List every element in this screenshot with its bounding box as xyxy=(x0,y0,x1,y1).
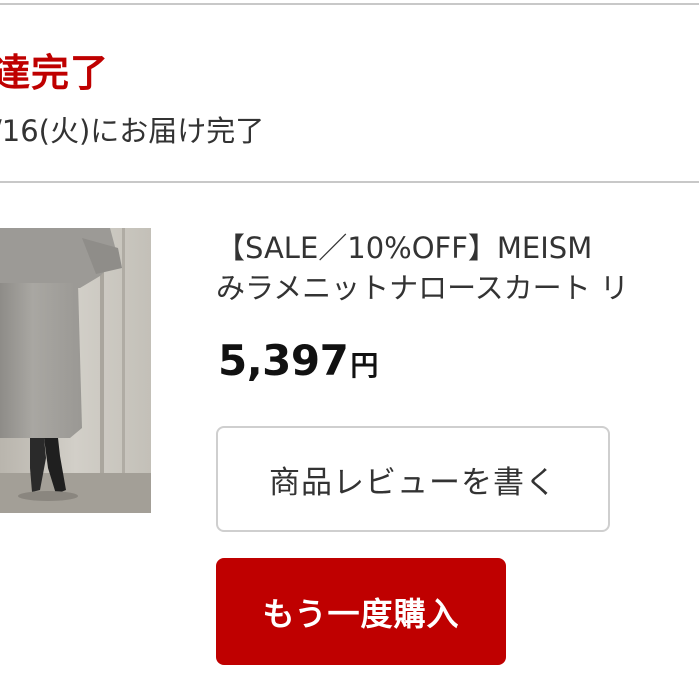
order-detail-page: 達完了 /16(火)にお届け完了 【SALE／10%OFF】MEISM みラメニ… xyxy=(0,0,699,699)
product-photo-skirt-icon xyxy=(0,228,151,513)
product-name-line-1: 【SALE／10%OFF】MEISM xyxy=(216,231,593,265)
price-currency: 円 xyxy=(350,349,379,382)
section-divider xyxy=(0,181,699,183)
delivery-status-title: 達完了 xyxy=(0,51,110,95)
product-name-link[interactable]: 【SALE／10%OFF】MEISM みラメニットナロースカート リ xyxy=(216,228,699,308)
product-price: 5,397円 xyxy=(218,336,378,385)
price-amount: 5,397 xyxy=(218,336,349,385)
delivery-date-note: /16(火)にお届け完了 xyxy=(0,114,265,148)
write-review-button[interactable]: 商品レビューを書く xyxy=(216,426,610,532)
top-divider xyxy=(0,3,699,5)
product-thumbnail[interactable] xyxy=(0,228,151,513)
buy-again-button[interactable]: もう一度購入 xyxy=(216,558,506,665)
product-name-line-2: みラメニットナロースカート リ xyxy=(216,271,629,305)
